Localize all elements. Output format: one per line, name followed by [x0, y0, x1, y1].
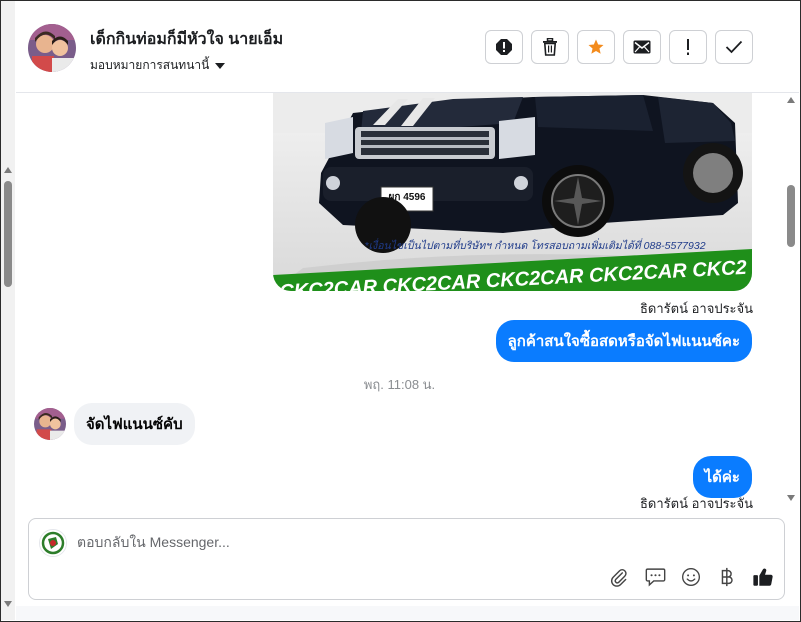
mark-spam-button[interactable] [485, 30, 523, 64]
scroll-up-arrow-icon[interactable] [787, 97, 795, 103]
composer-tools [608, 566, 774, 588]
sender-name: ธิดารัตน์ อาจประจัน [640, 301, 754, 316]
page-scrollbar-thumb[interactable] [4, 181, 12, 287]
page-avatar [39, 529, 67, 557]
saved-reply-icon [645, 568, 665, 587]
contact-avatar-small[interactable] [34, 408, 66, 440]
alert-icon [496, 39, 512, 55]
emoji-button[interactable] [680, 566, 702, 588]
payment-button[interactable] [716, 566, 738, 588]
scroll-down-arrow-icon[interactable] [787, 495, 795, 501]
trash-icon [543, 38, 557, 56]
car-photo: ผก 4596 *เงื่อนไขเป็นไปตามที่บริษัทฯ กำห… [273, 93, 752, 291]
chevron-down-icon [215, 62, 226, 69]
window-bottom-edge [16, 606, 799, 620]
assign-conversation-label: มอบหมายการสนทนานี้ [90, 58, 210, 72]
mark-done-button[interactable] [715, 30, 753, 64]
page-scrollbar[interactable] [1, 1, 15, 620]
conversation-header: เด็กกินท่อมก็มีหัวใจ นายเอ็ม มอบหมายการส… [16, 1, 799, 93]
attach-button[interactable] [608, 566, 630, 588]
message-thread[interactable]: ผก 4596 *เงื่อนไขเป็นไปตามที่บริษัทฯ กำห… [16, 93, 783, 509]
follow-up-button[interactable] [669, 30, 707, 64]
contact-avatar[interactable] [28, 24, 76, 72]
thumbs-up-icon [753, 568, 773, 586]
outgoing-message[interactable]: ลูกค้าสนใจซื้อสดหรือจัดไฟแนนซ์คะ [495, 320, 752, 362]
car-photo-attachment[interactable]: ผก 4596 *เงื่อนไขเป็นไปตามที่บริษัทฯ กำห… [273, 93, 752, 291]
assign-conversation-dropdown[interactable]: มอบหมายการสนทนานี้ [90, 56, 226, 75]
like-button[interactable] [752, 566, 774, 588]
mark-unread-button[interactable] [623, 30, 661, 64]
scroll-up-arrow-icon[interactable] [4, 167, 12, 173]
reply-composer [28, 518, 785, 600]
paperclip-icon [610, 569, 627, 587]
thread-scrollbar[interactable] [784, 93, 798, 509]
envelope-icon [633, 40, 651, 54]
check-icon [725, 40, 743, 54]
reply-input[interactable] [77, 531, 677, 553]
scroll-down-arrow-icon[interactable] [4, 601, 12, 607]
outgoing-message[interactable]: ได้ค่ะ [692, 456, 752, 498]
conversation-actions [485, 30, 753, 64]
incoming-message[interactable]: จัดไฟแนนซ์คับ [74, 403, 195, 445]
thread-scrollbar-thumb[interactable] [787, 185, 795, 247]
emoji-icon [682, 568, 700, 586]
car-disclaimer: *เงื่อนไขเป็นไปตามที่บริษัทฯ กำหนด โทรสอ… [364, 238, 705, 252]
baht-icon [721, 567, 733, 587]
message-timestamp: พฤ. 11:08 น. [363, 377, 436, 392]
delete-button[interactable] [531, 30, 569, 64]
sender-name: ธิดารัตน์ อาจประจัน [640, 496, 754, 509]
star-button[interactable] [577, 30, 615, 64]
exclamation-icon [687, 39, 689, 55]
contact-name: เด็กกินท่อมก็มีหัวใจ นายเอ็ม [90, 31, 284, 48]
star-icon [588, 39, 604, 54]
saved-replies-button[interactable] [644, 566, 666, 588]
